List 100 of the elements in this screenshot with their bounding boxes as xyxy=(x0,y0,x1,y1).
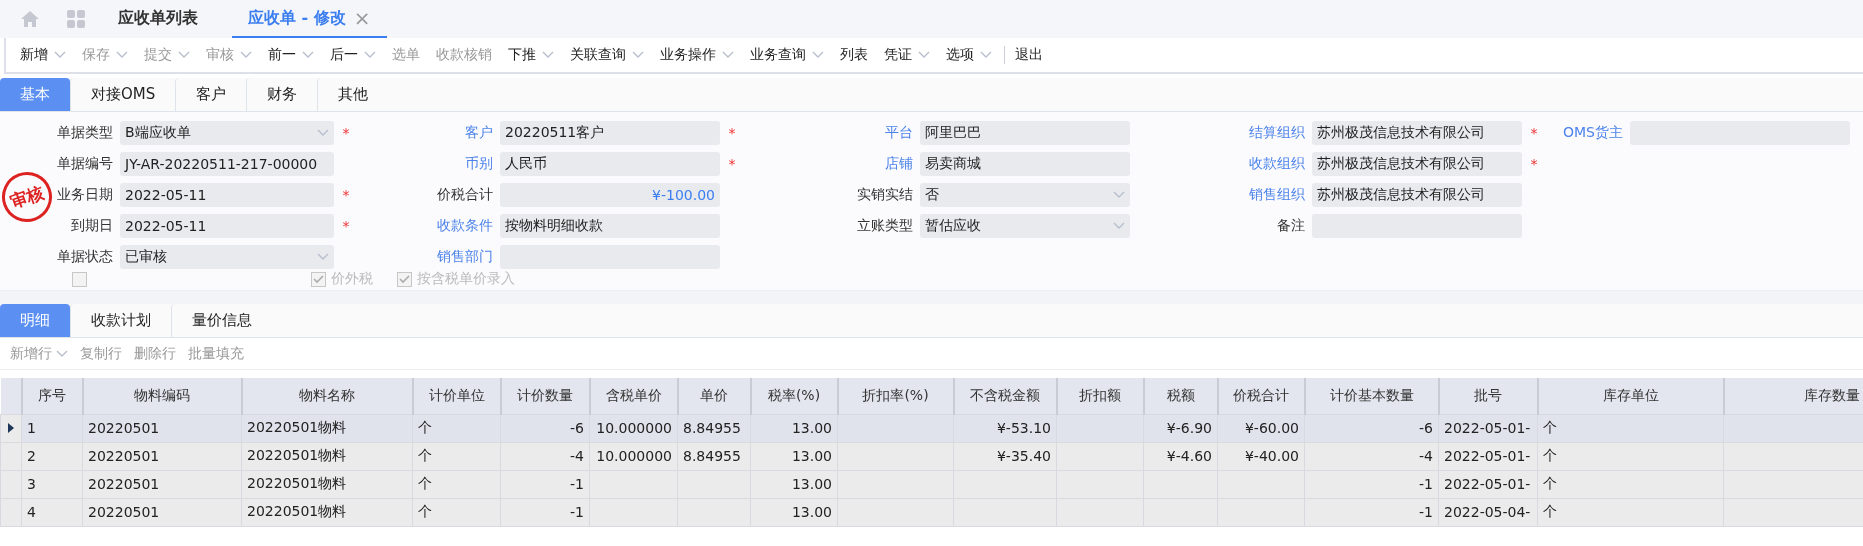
table-cell: 个 xyxy=(1537,470,1724,498)
page-tab[interactable]: 应收单 - 修改 × xyxy=(232,0,387,38)
caret-icon xyxy=(1113,191,1125,199)
input-field[interactable]: 20220511客户 xyxy=(500,121,720,145)
table-cell: 20220501 xyxy=(82,470,242,498)
input-field[interactable]: 阿里巴巴 xyxy=(920,121,1130,145)
field-label[interactable]: 币别 xyxy=(364,155,500,173)
input-field[interactable]: 苏州极茂信息技术有限公司 xyxy=(1312,152,1522,176)
input-field[interactable]: 苏州极茂信息技术有限公司 xyxy=(1312,183,1522,207)
column-header[interactable]: 折扣率(%) xyxy=(837,378,954,414)
column-header[interactable]: 序号 xyxy=(21,378,83,414)
field-label: 业务日期 xyxy=(56,186,114,204)
input-field[interactable]: 2022-05-11 xyxy=(120,214,334,238)
column-header[interactable]: 价税合计 xyxy=(1217,378,1305,414)
column-header[interactable]: 物料名称 xyxy=(241,378,413,414)
table-cell: 20220501 xyxy=(82,442,242,470)
check-icon xyxy=(313,274,324,284)
required-mark: * xyxy=(1529,125,1539,141)
table-cell: 2022-05-04- xyxy=(1438,498,1538,526)
required-mark: * xyxy=(341,125,351,141)
field-label[interactable]: 销售部门 xyxy=(364,248,500,266)
toolbar-button[interactable]: 选项 xyxy=(938,46,1000,64)
table-cell: -1 xyxy=(1304,498,1439,526)
toolbar-button[interactable]: 下推 xyxy=(500,46,562,64)
input-field[interactable]: 易卖商城 xyxy=(920,152,1130,176)
column-header[interactable]: 计价单位 xyxy=(412,378,501,414)
table-cell: 个 xyxy=(412,442,501,470)
field-label: 单据状态 xyxy=(56,248,114,266)
column-header[interactable]: 库存数量 xyxy=(1723,378,1863,414)
table-cell: 8.84955 xyxy=(677,442,751,470)
field-label[interactable]: 收款条件 xyxy=(364,217,500,235)
row-marker[interactable] xyxy=(0,498,22,526)
required-mark: * xyxy=(727,156,737,172)
toolbar-button[interactable]: 列表 xyxy=(832,46,876,64)
field-label[interactable]: 平台 xyxy=(750,124,920,142)
table-cell: 20220501物料 xyxy=(241,470,413,498)
toolbar-button[interactable]: 退出 xyxy=(1004,46,1051,64)
field-label[interactable]: 收款组织 xyxy=(1130,155,1312,173)
table-cell: 13.00 xyxy=(750,470,838,498)
table-cell: -1 xyxy=(1304,470,1439,498)
input-field[interactable]: 人民币 xyxy=(500,152,720,176)
column-header[interactable]: 含税单价 xyxy=(589,378,678,414)
toolbar-button[interactable]: 业务操作 xyxy=(652,46,742,64)
toolbar-button[interactable]: 前一 xyxy=(260,46,322,64)
field-label[interactable]: 销售组织 xyxy=(1130,186,1312,204)
input-field[interactable]: 苏州极茂信息技术有限公司 xyxy=(1312,121,1522,145)
column-header[interactable]: 不含税金额 xyxy=(953,378,1057,414)
column-header[interactable]: 折扣额 xyxy=(1056,378,1144,414)
field-label[interactable]: 店铺 xyxy=(750,155,920,173)
column-header[interactable]: 税率(%) xyxy=(750,378,838,414)
select-field[interactable]: 暂估应收 xyxy=(920,214,1130,238)
row-marker[interactable] xyxy=(0,414,22,442)
select-field[interactable]: 否 xyxy=(920,183,1130,207)
caret-icon xyxy=(632,51,644,59)
table-cell: 1 xyxy=(21,414,83,442)
toolbar-button[interactable]: 新增 xyxy=(12,46,74,64)
required-mark: * xyxy=(341,187,351,203)
home-icon[interactable] xyxy=(20,10,40,28)
page-tab[interactable]: 应收单列表 xyxy=(102,0,214,38)
column-header[interactable]: 批号 xyxy=(1438,378,1538,414)
column-header[interactable]: 计价基本数量 xyxy=(1304,378,1439,414)
check-icon xyxy=(399,274,410,284)
detail-tab[interactable]: 收款计划 xyxy=(70,304,171,337)
field-label[interactable]: 结算组织 xyxy=(1130,124,1312,142)
column-header[interactable]: 计价数量 xyxy=(500,378,590,414)
caret-icon xyxy=(542,51,554,59)
column-header[interactable]: 单价 xyxy=(677,378,751,414)
field-label: 备注 xyxy=(1276,217,1306,235)
select-field[interactable]: 已审核 xyxy=(120,245,334,269)
table-cell: 个 xyxy=(412,498,501,526)
table-cell: 20220501物料 xyxy=(241,498,413,526)
column-header[interactable]: 税额 xyxy=(1143,378,1218,414)
table-cell: 10.000000 xyxy=(589,442,678,470)
form-tab[interactable]: 财务 xyxy=(246,78,318,111)
field-label[interactable]: 客户 xyxy=(364,124,500,142)
table-cell: 20220501物料 xyxy=(241,442,413,470)
caret-icon xyxy=(302,51,314,59)
form-tab[interactable]: 对接OMS xyxy=(70,78,176,111)
input-field[interactable]: 2022-05-11 xyxy=(120,183,334,207)
field-label: 单据类型 xyxy=(56,124,114,142)
form-tab[interactable]: 其他 xyxy=(317,78,389,111)
table-cell: 20220501 xyxy=(82,414,242,442)
column-header[interactable]: 库存单位 xyxy=(1537,378,1724,414)
caret-icon xyxy=(56,349,68,358)
input-field[interactable]: JY-AR-20220511-217-00000 xyxy=(120,152,334,176)
field-label[interactable]: OMS货主 xyxy=(1552,124,1630,142)
table-cell: 个 xyxy=(1537,414,1724,442)
detail-tab[interactable]: 量价信息 xyxy=(171,304,272,337)
table-cell: -1 xyxy=(500,498,590,526)
grid-icon[interactable] xyxy=(67,10,85,28)
caret-icon xyxy=(317,253,329,261)
select-field[interactable]: B端应收单 xyxy=(120,121,334,145)
caret-icon xyxy=(54,51,66,59)
column-header[interactable]: 物料编码 xyxy=(82,378,242,414)
toolbar-button[interactable]: 凭证 xyxy=(876,46,938,64)
toolbar-button[interactable]: 后一 xyxy=(322,46,384,64)
toolbar-button[interactable]: 关联查询 xyxy=(562,46,652,64)
form-tab[interactable]: 客户 xyxy=(175,78,247,111)
toolbar-button[interactable]: 业务查询 xyxy=(742,46,832,64)
input-field[interactable]: 按物料明细收款 xyxy=(500,214,720,238)
